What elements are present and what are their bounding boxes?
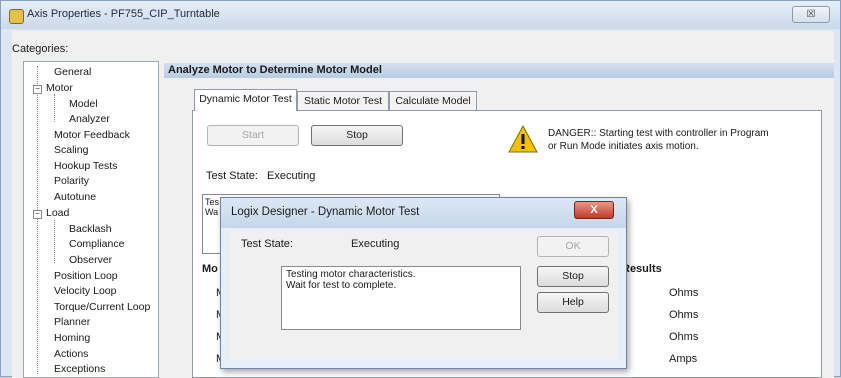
tree-item-motor-feedback[interactable]: Motor Feedback: [54, 129, 130, 141]
tree-item-scaling[interactable]: Scaling: [54, 144, 88, 156]
tab-calculate-model[interactable]: Calculate Model: [389, 91, 477, 110]
tree-item-actions[interactable]: Actions: [54, 348, 88, 360]
tree-guide-line: [54, 220, 55, 263]
close-icon[interactable]: ☒: [792, 6, 830, 23]
title-bar[interactable]: Axis Properties - PF755_CIP_Turntable ☒: [1, 1, 840, 29]
tree-item-autotune[interactable]: Autotune: [54, 191, 96, 203]
collapse-icon[interactable]: −: [33, 85, 42, 94]
dialog-title: Logix Designer - Dynamic Motor Test: [231, 206, 420, 218]
tree-item-exceptions[interactable]: Exceptions: [54, 363, 105, 375]
dialog-test-state-value: Executing: [351, 238, 400, 250]
message-line: Testing motor characteristics.: [286, 269, 416, 280]
results-heading: Results: [622, 263, 662, 275]
categories-label: Categories:: [12, 43, 69, 55]
window-title: Axis Properties - PF755_CIP_Turntable: [27, 8, 220, 20]
tree-item-compliance[interactable]: Compliance: [69, 238, 124, 250]
tree-item-velocity-loop[interactable]: Velocity Loop: [54, 285, 116, 297]
tree-item-load[interactable]: Load: [46, 207, 69, 219]
unit-ohms: Ohms: [669, 287, 699, 299]
dialog-title-bar[interactable]: Logix Designer - Dynamic Motor Test X: [221, 198, 626, 228]
tree-item-position-loop[interactable]: Position Loop: [54, 270, 118, 282]
dynamic-motor-test-dialog: Logix Designer - Dynamic Motor Test X Te…: [220, 197, 627, 369]
dialog-test-state-label: Test State:: [241, 238, 293, 250]
unit-ohms: Ohms: [669, 331, 699, 343]
tree-item-analyzer[interactable]: Analyzer: [69, 113, 110, 125]
app-icon: [9, 9, 24, 24]
stop-button[interactable]: Stop: [311, 125, 403, 146]
ok-button[interactable]: OK: [537, 236, 609, 257]
tree-item-model[interactable]: Model: [69, 98, 98, 110]
tree-item-polarity[interactable]: Polarity: [54, 175, 89, 187]
tree-guide-line: [37, 66, 38, 374]
tree-item-hookup-tests[interactable]: Hookup Tests: [54, 160, 117, 172]
tree-item-torque-current-loop[interactable]: Torque/Current Loop: [54, 301, 150, 313]
tree-item-homing[interactable]: Homing: [54, 332, 90, 344]
tree-item-planner[interactable]: Planner: [54, 316, 90, 328]
section-header: Analyze Motor to Determine Motor Model: [164, 63, 834, 78]
test-state-value: Executing: [267, 170, 316, 182]
message-line: Wait for test to complete.: [286, 280, 397, 291]
tree-item-general[interactable]: General: [54, 66, 91, 78]
tree-guide-line: [54, 94, 55, 122]
dialog-body: Test State: Executing OK Stop Help Testi…: [229, 230, 618, 360]
unit-ohms: Ohms: [669, 309, 699, 321]
start-button[interactable]: Start: [207, 125, 299, 146]
close-icon[interactable]: X: [574, 201, 614, 219]
unit-amps: Amps: [669, 353, 698, 365]
warning-icon: [508, 125, 538, 153]
dialog-message-box: Testing motor characteristics. Wait for …: [281, 266, 521, 330]
status-line-fragment: Wa: [205, 207, 219, 217]
tab-static-motor-test[interactable]: Static Motor Test: [297, 91, 389, 110]
tree-item-observer[interactable]: Observer: [69, 254, 112, 266]
danger-message: DANGER:: Starting test with controller i…: [548, 128, 769, 152]
status-line-fragment: Tes: [205, 197, 220, 207]
model-heading-fragment: Mo: [202, 263, 218, 275]
collapse-icon[interactable]: −: [33, 210, 42, 219]
tab-dynamic-motor-test[interactable]: Dynamic Motor Test: [194, 89, 297, 111]
tree-item-motor[interactable]: Motor: [46, 82, 73, 94]
help-button[interactable]: Help: [537, 292, 609, 313]
dialog-stop-button[interactable]: Stop: [537, 266, 609, 287]
category-tree[interactable]: General − Motor Model Analyzer Motor Fee…: [23, 61, 159, 378]
tree-item-backlash[interactable]: Backlash: [69, 223, 112, 235]
axis-properties-window: Axis Properties - PF755_CIP_Turntable ☒ …: [0, 0, 841, 378]
test-state-label: Test State:: [206, 170, 258, 182]
